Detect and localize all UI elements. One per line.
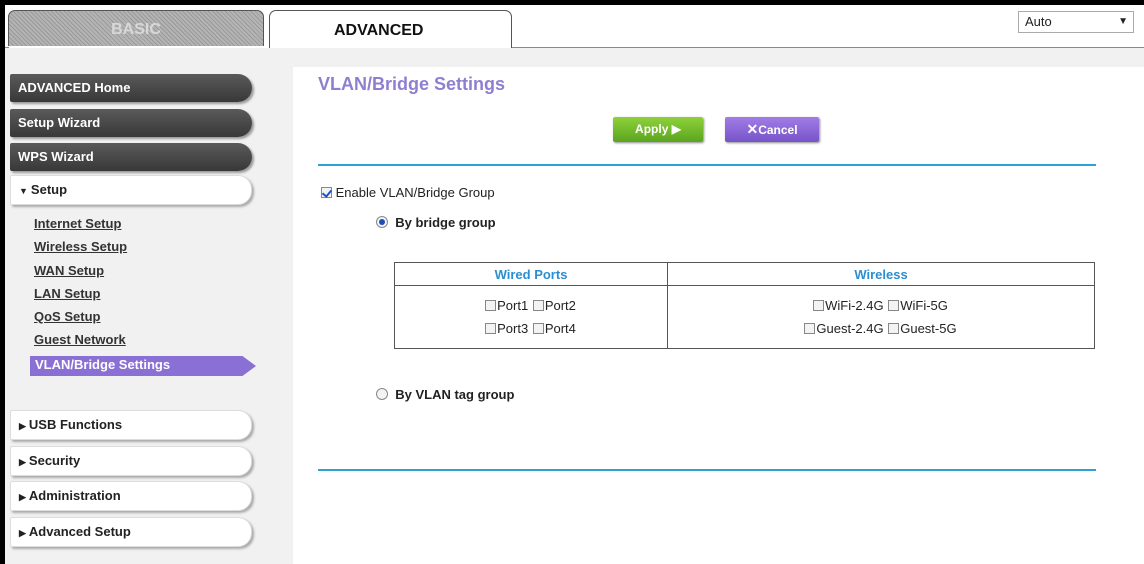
- wired-ports-cell: Port1 Port2 Port3 Port4: [394, 285, 668, 349]
- nav-administration-label: Administration: [28, 488, 121, 503]
- by-vlan-label: By VLAN tag group: [395, 387, 515, 402]
- tab-basic[interactable]: BASIC: [8, 10, 264, 46]
- nav-advanced-setup[interactable]: ▶ Advanced Setup: [10, 517, 252, 547]
- wifi-24g-checkbox[interactable]: [813, 300, 825, 311]
- by-vlan-radio[interactable]: [376, 388, 388, 400]
- triangle-right-icon: ▶: [19, 421, 26, 431]
- port3-checkbox[interactable]: [485, 323, 497, 334]
- nav-security-label: Security: [28, 453, 81, 468]
- port1-checkbox[interactable]: [485, 300, 497, 311]
- by-vlan-row: By VLAN tag group: [376, 387, 514, 402]
- port4-checkbox[interactable]: [532, 323, 544, 334]
- divider-top: [318, 164, 1096, 166]
- nav-usb-functions-label: USB Functions: [28, 417, 123, 432]
- nav-usb-functions[interactable]: ▶ USB Functions: [10, 410, 252, 440]
- page-frame: BASIC ADVANCED Auto ▼ ADVANCED Home Setu…: [0, 0, 1144, 564]
- language-select-value: Auto: [1025, 14, 1052, 29]
- enable-vlan-row: Enable VLAN/Bridge Group: [321, 185, 495, 200]
- wireless-cell: WiFi-2.4G WiFi-5G Guest-2.4G Guest-5G: [667, 285, 1095, 349]
- guest-5g-checkbox[interactable]: [888, 323, 900, 334]
- nav-setup-wizard[interactable]: Setup Wizard: [10, 109, 252, 137]
- nav-wps-wizard[interactable]: WPS Wizard: [10, 143, 252, 171]
- apply-button[interactable]: Apply ▶: [613, 117, 703, 142]
- triangle-down-icon: ▼: [19, 186, 28, 196]
- port3-label: Port3: [497, 321, 529, 336]
- wireless-header: Wireless: [667, 262, 1095, 286]
- guest-5g-label: Guest-5G: [900, 321, 957, 336]
- enable-vlan-label: Enable VLAN/Bridge Group: [335, 185, 495, 200]
- by-bridge-row: By bridge group: [376, 215, 496, 230]
- guest-24g-checkbox[interactable]: [804, 323, 816, 334]
- nav-wireless-setup[interactable]: Wireless Setup: [34, 239, 127, 255]
- triangle-right-icon: ▶: [19, 492, 26, 502]
- nav-setup-label: Setup: [30, 182, 68, 197]
- nav-security[interactable]: ▶ Security: [10, 446, 252, 476]
- guest-24g-label: Guest-2.4G: [816, 321, 884, 336]
- wifi-5g-checkbox[interactable]: [888, 300, 900, 311]
- wifi-5g-label: WiFi-5G: [900, 298, 948, 313]
- top-border: [0, 0, 1144, 5]
- divider-bottom: [318, 469, 1096, 471]
- nav-advanced-home[interactable]: ADVANCED Home: [10, 74, 252, 102]
- by-bridge-label: By bridge group: [395, 215, 496, 230]
- nav-lan-setup[interactable]: LAN Setup: [34, 286, 100, 302]
- cancel-button-label: Cancel: [758, 123, 798, 137]
- cancel-button[interactable]: ✕Cancel: [725, 117, 819, 142]
- page-title: VLAN/Bridge Settings: [318, 74, 506, 94]
- nav-guest-network[interactable]: Guest Network: [34, 332, 126, 348]
- wired-ports-header: Wired Ports: [394, 262, 668, 286]
- language-select[interactable]: Auto ▼: [1018, 11, 1134, 33]
- nav-administration[interactable]: ▶ Administration: [10, 481, 252, 511]
- enable-vlan-checkbox[interactable]: [321, 187, 332, 198]
- nav-wan-setup[interactable]: WAN Setup: [34, 263, 104, 279]
- nav-advanced-setup-label: Advanced Setup: [28, 524, 131, 539]
- wifi-24g-label: WiFi-2.4G: [825, 298, 884, 313]
- nav-setup[interactable]: ▼ Setup: [10, 175, 252, 205]
- by-bridge-radio[interactable]: [376, 216, 388, 228]
- tab-advanced[interactable]: ADVANCED: [269, 10, 512, 48]
- nav-vlan-bridge-settings[interactable]: VLAN/Bridge Settings: [30, 356, 256, 376]
- nav-qos-setup[interactable]: QoS Setup: [34, 309, 100, 325]
- bridge-ports-table: Wired Ports Wireless Port1 Port2 Port3 P…: [394, 262, 1095, 349]
- triangle-right-icon: ▶: [19, 457, 26, 467]
- port1-label: Port1: [497, 298, 529, 313]
- left-border: [0, 0, 5, 564]
- nav-internet-setup[interactable]: Internet Setup: [34, 216, 121, 232]
- port2-checkbox[interactable]: [532, 300, 544, 311]
- tab-divider-left: [5, 47, 9, 48]
- tab-divider: [512, 47, 1144, 48]
- close-icon: ✕: [746, 121, 759, 137]
- port2-label: Port2: [544, 298, 576, 313]
- chevron-down-icon: ▼: [1118, 16, 1128, 27]
- triangle-right-icon: ▶: [19, 528, 26, 538]
- port4-label: Port4: [544, 321, 576, 336]
